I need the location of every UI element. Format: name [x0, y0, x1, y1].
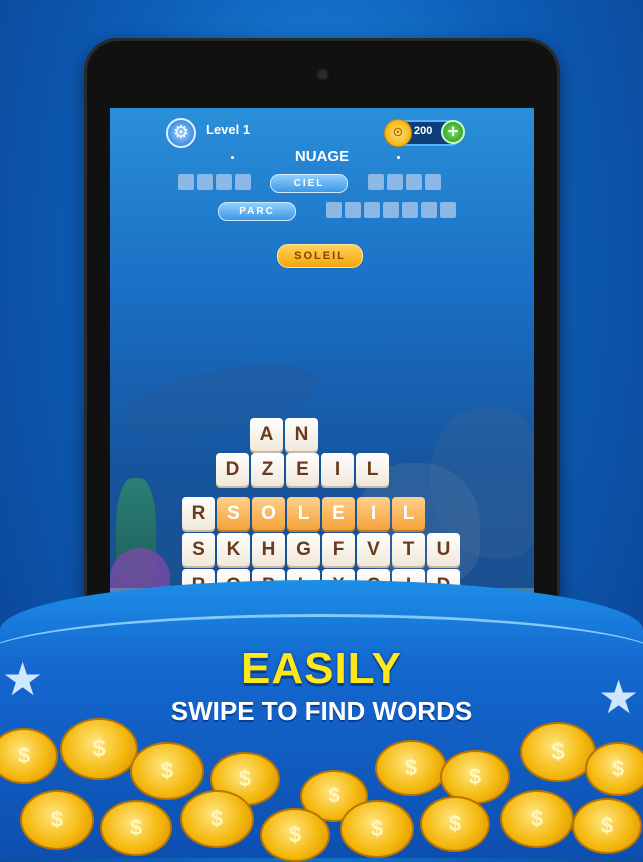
letter-blank [364, 202, 380, 218]
letter-tile[interactable]: E [286, 453, 319, 486]
add-coins-plus-icon[interactable]: + [441, 120, 465, 144]
grid-row: R S O L E I L [182, 497, 425, 530]
word-slot-blanks [326, 202, 456, 218]
letter-tile[interactable]: T [392, 533, 425, 566]
game-screen: ⚙ Level 1 ⊙ 200 + NUAGE CIEL PARC SOLEIL… [110, 108, 534, 628]
letter-blank [383, 202, 399, 218]
gold-coin-icon: $ [340, 800, 414, 858]
gold-coin-icon: $ [585, 742, 643, 796]
grid-row: A N [250, 418, 318, 451]
word-slot-blanks [178, 174, 251, 190]
level-label: Level 1 [206, 122, 251, 137]
letter-tile[interactable]: R [182, 497, 215, 530]
letter-blank [235, 174, 251, 190]
letter-tile-selected[interactable]: E [322, 497, 355, 530]
letter-tile[interactable]: A [250, 418, 283, 451]
letter-tile[interactable]: K [217, 533, 250, 566]
gold-coin-icon: $ [572, 798, 642, 854]
letter-tile[interactable]: U [427, 533, 460, 566]
selected-word-pill: SOLEIL [277, 244, 363, 268]
gold-coin-icon: $ [130, 742, 204, 800]
coin-count: 200 [414, 125, 433, 137]
letter-blank [387, 174, 403, 190]
letter-tile[interactable]: D [216, 453, 249, 486]
settings-gear-icon[interactable]: ⚙ [166, 118, 196, 148]
promo-headline: EASILY [241, 644, 402, 693]
letter-tile[interactable]: I [321, 453, 354, 486]
gold-coin-icon: $ [100, 800, 172, 856]
letter-blank [421, 202, 437, 218]
hint-word: NUAGE [294, 148, 350, 165]
letter-tile[interactable]: V [357, 533, 390, 566]
coin-counter: ⊙ 200 + [384, 119, 465, 147]
letter-tile[interactable]: F [322, 533, 355, 566]
letter-tile-selected[interactable]: O [252, 497, 285, 530]
letter-blank [368, 174, 384, 190]
letter-blank [425, 174, 441, 190]
letter-blank [402, 202, 418, 218]
word-slot-blanks [368, 174, 441, 190]
gold-coin-icon: $ [500, 790, 574, 848]
dot-decor [231, 156, 234, 159]
coin-icon: ⊙ [384, 119, 412, 147]
letter-blank [345, 202, 361, 218]
letter-tile-selected[interactable]: L [392, 497, 425, 530]
gold-coin-icon: $ [60, 718, 138, 780]
letter-blank [178, 174, 194, 190]
letter-tile-selected[interactable]: I [357, 497, 390, 530]
grid-row: S K H G F V T U [182, 533, 460, 566]
grid-row: D Z E I L [216, 453, 389, 486]
gold-coin-icon: $ [375, 740, 447, 796]
letter-blank [440, 202, 456, 218]
letter-tile-selected[interactable]: S [217, 497, 250, 530]
letter-tile[interactable]: G [287, 533, 320, 566]
letter-blank [326, 202, 342, 218]
camera-icon [318, 70, 327, 79]
found-word-ciel: CIEL [270, 174, 348, 193]
letter-tile[interactable]: N [285, 418, 318, 451]
letter-blank [406, 174, 422, 190]
gold-coin-icon: $ [20, 790, 94, 850]
letter-tile[interactable]: S [182, 533, 215, 566]
letter-blank [216, 174, 232, 190]
found-word-parc: PARC [218, 202, 296, 221]
gold-coin-icon: $ [420, 796, 490, 852]
letter-tile[interactable]: H [252, 533, 285, 566]
gold-coin-icon: $ [260, 808, 330, 862]
letter-tile[interactable]: Z [251, 453, 284, 486]
letter-tile-selected[interactable]: L [287, 497, 320, 530]
gold-coin-icon: $ [180, 790, 254, 848]
letter-tile[interactable]: L [356, 453, 389, 486]
letter-blank [197, 174, 213, 190]
dot-decor [397, 156, 400, 159]
